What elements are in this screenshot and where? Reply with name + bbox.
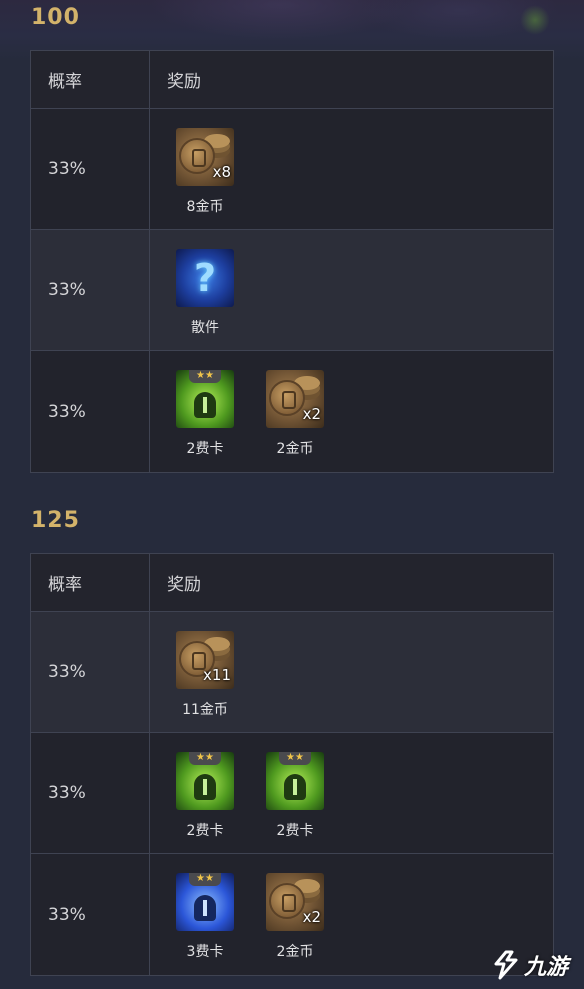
watermark-logo: 九游 bbox=[492, 945, 584, 985]
table-row: 33% ? 散件 bbox=[31, 230, 553, 351]
reward-label: 3费卡 bbox=[186, 944, 224, 960]
watermark-text: 九游 bbox=[524, 955, 569, 980]
ninegame-logo-icon bbox=[492, 950, 520, 980]
table-row: 33% x11 11金币 bbox=[31, 612, 553, 733]
table-row: 33% ★★ 3费卡 x2 2金币 bbox=[31, 854, 553, 975]
gold-coin-icon: x8 bbox=[176, 128, 234, 186]
reward-item: x8 8金币 bbox=[176, 128, 234, 216]
quantity-badge: x2 bbox=[302, 908, 321, 926]
probability-cell: 33% bbox=[31, 109, 150, 229]
reward-label: 2金币 bbox=[276, 441, 314, 457]
section-title: 125 bbox=[31, 508, 80, 533]
reward-item: x2 2金币 bbox=[266, 873, 324, 961]
champion-2-cost-icon: ★★ bbox=[176, 370, 234, 428]
item-component-icon: ? bbox=[176, 249, 234, 307]
reward-item: ★★ 2费卡 bbox=[176, 370, 234, 458]
probability-cell: 33% bbox=[31, 733, 150, 853]
table-header: 概率 奖励 bbox=[31, 554, 553, 612]
reward-label: 11金币 bbox=[182, 702, 228, 718]
reward-table: 概率 奖励 33% x11 11金币 33% ★★ 2费卡 ★★ 2费卡 33%… bbox=[30, 553, 554, 976]
reward-item: x2 2金币 bbox=[266, 370, 324, 458]
reward-item: ★★ 2费卡 bbox=[176, 752, 234, 840]
probability-cell: 33% bbox=[31, 351, 150, 472]
reward-cell: ★★ 2费卡 x2 2金币 bbox=[150, 351, 553, 472]
star-icon: ★★ bbox=[189, 752, 221, 765]
quantity-badge: x8 bbox=[212, 163, 231, 181]
section-title: 100 bbox=[31, 5, 80, 30]
star-icon: ★★ bbox=[189, 873, 221, 886]
reward-label: 2费卡 bbox=[186, 823, 224, 839]
reward-cell: ? 散件 bbox=[150, 230, 553, 350]
probability-cell: 33% bbox=[31, 854, 150, 975]
reward-label: 散件 bbox=[191, 320, 219, 336]
quantity-badge: x2 bbox=[302, 405, 321, 423]
champion-3-cost-icon: ★★ bbox=[176, 873, 234, 931]
reward-label: 2金币 bbox=[276, 944, 314, 960]
reward-table: 概率 奖励 33% x8 8金币 33% ? 散件 33% ★★ 2费卡 x2 … bbox=[30, 50, 554, 473]
header-reward: 奖励 bbox=[167, 575, 201, 595]
reward-cell: x8 8金币 bbox=[150, 109, 553, 229]
reward-cell: ★★ 2费卡 ★★ 2费卡 bbox=[150, 733, 553, 853]
gold-coin-icon: x11 bbox=[176, 631, 234, 689]
probability-cell: 33% bbox=[31, 612, 150, 732]
reward-label: 8金币 bbox=[186, 199, 224, 215]
champion-2-cost-icon: ★★ bbox=[266, 752, 324, 810]
header-probability: 概率 bbox=[31, 51, 150, 108]
quantity-badge: x11 bbox=[203, 666, 231, 684]
reward-cell: x11 11金币 bbox=[150, 612, 553, 732]
probability-cell: 33% bbox=[31, 230, 150, 350]
table-header: 概率 奖励 bbox=[31, 51, 553, 109]
gold-coin-icon: x2 bbox=[266, 873, 324, 931]
header-probability: 概率 bbox=[31, 554, 150, 611]
header-reward: 奖励 bbox=[167, 72, 201, 92]
table-row: 33% x8 8金币 bbox=[31, 109, 553, 230]
star-icon: ★★ bbox=[189, 370, 221, 383]
reward-item: ★★ 2费卡 bbox=[266, 752, 324, 840]
gold-coin-icon: x2 bbox=[266, 370, 324, 428]
star-icon: ★★ bbox=[279, 752, 311, 765]
table-row: 33% ★★ 2费卡 x2 2金币 bbox=[31, 351, 553, 472]
banner-glow bbox=[520, 5, 550, 35]
table-row: 33% ★★ 2费卡 ★★ 2费卡 bbox=[31, 733, 553, 854]
reward-label: 2费卡 bbox=[186, 441, 224, 457]
reward-item: x11 11金币 bbox=[176, 631, 234, 719]
reward-item: ★★ 3费卡 bbox=[176, 873, 234, 961]
champion-2-cost-icon: ★★ bbox=[176, 752, 234, 810]
reward-label: 2费卡 bbox=[276, 823, 314, 839]
reward-item: ? 散件 bbox=[176, 249, 234, 337]
